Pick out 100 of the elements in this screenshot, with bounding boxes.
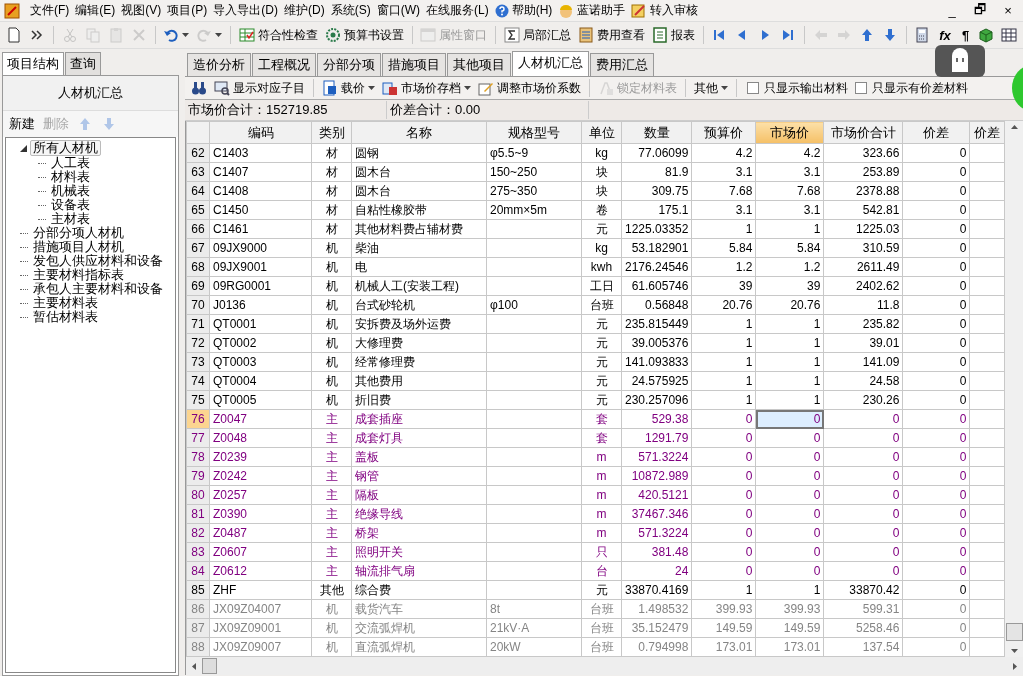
- menu-item[interactable]: 转入审核: [631, 2, 699, 19]
- column-header[interactable]: 预算价: [691, 121, 756, 144]
- tree-item[interactable]: 机械表: [49, 184, 92, 198]
- toolbar-button[interactable]: 报表: [649, 25, 697, 45]
- floating-button[interactable]: [935, 45, 985, 77]
- tab[interactable]: 人材机汇总: [512, 51, 589, 76]
- column-header[interactable]: 名称: [351, 121, 487, 144]
- column-header[interactable]: 单位: [581, 121, 622, 144]
- menu-item[interactable]: 导入导出(D): [213, 2, 278, 19]
- menu-item[interactable]: 在线服务(L): [426, 2, 489, 19]
- table-cell: 33870.42: [849, 583, 900, 597]
- table-cell: 275~350: [490, 184, 538, 198]
- table-cell: 381.48: [651, 545, 689, 559]
- toolbar-button[interactable]: 调整市场价系数: [476, 78, 583, 98]
- toolbar-button[interactable]: 显示对应子目: [212, 78, 307, 98]
- tree-item[interactable]: 主要材料指标表: [31, 268, 126, 282]
- expand-toggle-icon[interactable]: [20, 144, 27, 152]
- menu-item[interactable]: 系统(S): [330, 2, 371, 19]
- panel-tab[interactable]: 项目结构: [2, 52, 64, 75]
- table-cell: 元: [595, 221, 608, 236]
- tree-item[interactable]: 措施项目人材机: [31, 240, 126, 254]
- column-header[interactable]: 规格型号: [486, 121, 582, 144]
- tree-item[interactable]: 设备表: [49, 198, 92, 212]
- table-cell: C1461: [213, 222, 249, 236]
- scroll-right-icon[interactable]: [1013, 662, 1017, 670]
- tree-item[interactable]: 发包人供应材料和设备: [31, 254, 165, 268]
- toolbar-button[interactable]: 其他: [692, 78, 730, 98]
- tree-item[interactable]: 材料表: [49, 170, 92, 184]
- vertical-scrollbar[interactable]: [1005, 121, 1023, 657]
- column-header[interactable]: 市场价合计: [823, 121, 903, 144]
- menu-item[interactable]: 维护(D): [284, 2, 325, 19]
- table-cell: 0: [745, 564, 753, 578]
- menu-item[interactable]: 蓝诺助手: [558, 2, 626, 19]
- toolbar-button[interactable]: 预算书设置: [322, 25, 406, 45]
- table-cell: 1: [745, 317, 753, 331]
- tab[interactable]: 费用汇总: [590, 53, 654, 76]
- table-cell: 0: [959, 621, 967, 635]
- menu-item[interactable]: 文件(F): [30, 2, 70, 19]
- table-cell: JX09Z09001: [213, 621, 282, 635]
- table-cell: JX09Z04007: [213, 602, 282, 616]
- tree-item[interactable]: 主材表: [49, 212, 92, 226]
- table-cell: 1: [813, 374, 821, 388]
- tree-item[interactable]: 暂估材料表: [31, 310, 100, 324]
- panel-tab[interactable]: 查询: [65, 52, 101, 75]
- menu-item[interactable]: 视图(V): [121, 2, 162, 19]
- column-header[interactable]: 价差: [969, 121, 1005, 144]
- tab[interactable]: 分部分项: [317, 53, 381, 76]
- tab[interactable]: 措施项目: [382, 53, 446, 76]
- column-header[interactable]: 市场价: [755, 121, 824, 144]
- window-control[interactable]: 🗗: [969, 0, 991, 22]
- toolbar-button[interactable]: ¶: [957, 27, 974, 43]
- table-cell: 77.06099: [638, 146, 689, 160]
- window-control[interactable]: _: [941, 3, 963, 18]
- menu-item[interactable]: 编辑(E): [75, 2, 116, 19]
- table-cell: 24.58: [869, 374, 900, 388]
- scrollbar-thumb[interactable]: [202, 658, 217, 674]
- tab[interactable]: 工程概况: [252, 53, 316, 76]
- table-cell: Z0612: [213, 564, 248, 578]
- action-link[interactable]: 新建: [9, 115, 35, 133]
- table-cell: 0: [959, 222, 967, 236]
- scroll-up-icon[interactable]: [1010, 125, 1018, 129]
- toolbar-button[interactable]: 载价: [320, 78, 377, 98]
- table-cell: 571.3224: [638, 450, 689, 464]
- grid-icon[interactable]: [999, 26, 1020, 44]
- table-cell: 20.76: [722, 298, 753, 312]
- scroll-left-icon[interactable]: [192, 662, 196, 670]
- report-icon: [651, 27, 668, 43]
- tab[interactable]: 造价分析: [187, 53, 251, 76]
- toolbar-button[interactable]: 符合性检查: [236, 25, 320, 45]
- menu-item[interactable]: 窗口(W): [376, 2, 420, 19]
- menu-item[interactable]: 帮助(H): [494, 2, 553, 19]
- tree-item[interactable]: 分部分项人材机: [31, 226, 126, 240]
- toolbar-button[interactable]: 局部汇总: [501, 25, 573, 45]
- column-header[interactable]: 编码: [209, 121, 312, 144]
- table-cell: 5.84: [797, 241, 821, 255]
- checkbox[interactable]: 只显示输出材料: [747, 79, 848, 97]
- tree-item[interactable]: 承包人主要材料和设备: [31, 282, 165, 296]
- toolbar-button[interactable]: 费用查看: [575, 25, 647, 45]
- menu-item[interactable]: 项目(P): [167, 2, 208, 19]
- column-header[interactable]: 价差: [902, 121, 970, 144]
- scroll-down-icon[interactable]: [1010, 649, 1018, 653]
- scrollbar-thumb[interactable]: [1006, 623, 1023, 641]
- tab[interactable]: 其他项目: [447, 53, 511, 76]
- tree-item[interactable]: 人工表: [49, 156, 92, 170]
- toolbar-button[interactable]: fx: [935, 27, 955, 43]
- toolbar-button[interactable]: 市场价存档: [380, 78, 473, 98]
- column-header[interactable]: 数量: [621, 121, 692, 144]
- binoculars-icon[interactable]: [189, 79, 209, 97]
- table-cell: m: [596, 488, 607, 502]
- table-cell: 20kW: [490, 640, 521, 654]
- window-control[interactable]: ×: [997, 3, 1019, 18]
- table-cell: 7.68: [729, 184, 753, 198]
- column-header[interactable]: 类别: [311, 121, 352, 144]
- tree-item[interactable]: 所有人材机: [30, 140, 101, 156]
- table-cell: 53.182901: [631, 241, 689, 255]
- table-cell: 235.815449: [625, 317, 689, 331]
- checkbox[interactable]: 只显示有价差材料: [855, 79, 968, 97]
- table-cell: 绝缘导线: [355, 506, 403, 521]
- table-cell: 0: [892, 412, 900, 426]
- tree-item[interactable]: 主要材料表: [31, 296, 100, 310]
